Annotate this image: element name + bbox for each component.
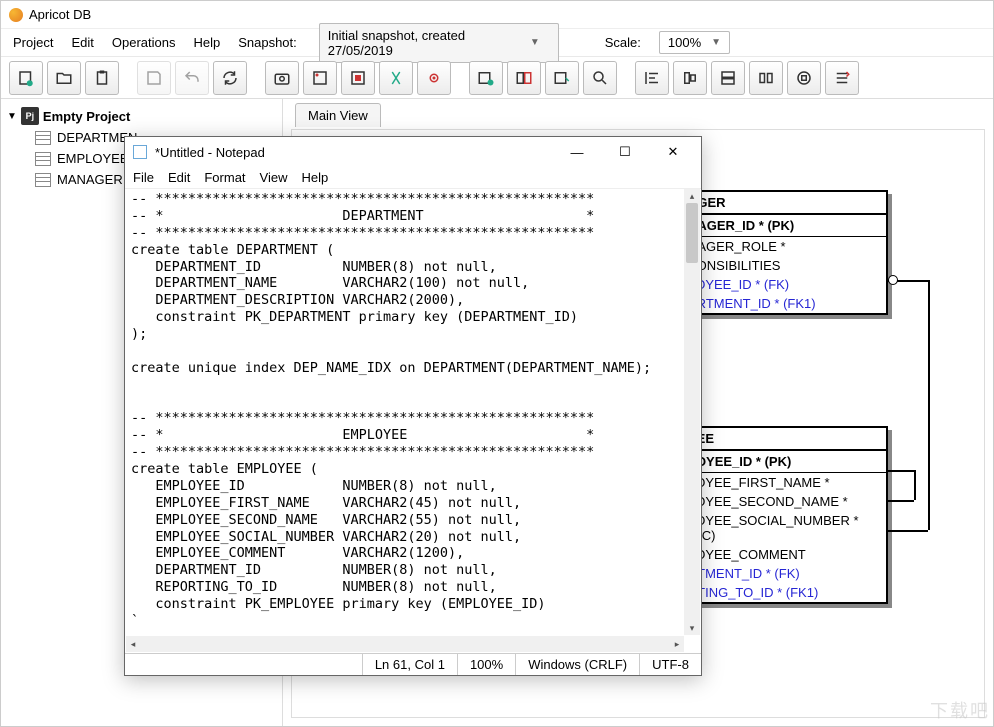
- entity-col: LOYEE_SOCIAL_NUMBER * (UC): [680, 511, 886, 545]
- tool-compare[interactable]: [507, 61, 541, 95]
- project-icon: Pj: [21, 107, 39, 125]
- tool-align-dist[interactable]: [749, 61, 783, 95]
- tool-new[interactable]: [9, 61, 43, 95]
- connector: [928, 280, 930, 530]
- tree-root[interactable]: ▼ Pj Empty Project: [5, 105, 278, 127]
- status-encoding: UTF-8: [639, 654, 701, 675]
- scroll-up-icon[interactable]: ▴: [684, 189, 700, 203]
- tool-align-left[interactable]: [635, 61, 669, 95]
- tool-clipboard[interactable]: [85, 61, 119, 95]
- table-icon: [35, 131, 51, 145]
- minimize-button[interactable]: —: [557, 138, 597, 166]
- tool-frame[interactable]: [303, 61, 337, 95]
- entity-col: LOYEE_ID * (FK): [680, 275, 886, 294]
- scroll-left-icon[interactable]: ◂: [126, 636, 140, 652]
- toolbar: [1, 57, 993, 99]
- tool-refresh[interactable]: [213, 61, 247, 95]
- entity-col: LOYEE_SECOND_NAME *: [680, 492, 886, 511]
- notepad-title: *Untitled - Notepad: [155, 145, 265, 160]
- tool-reset[interactable]: [825, 61, 859, 95]
- menu-project[interactable]: Project: [13, 35, 53, 50]
- snapshot-label: Snapshot:: [238, 35, 297, 50]
- np-menu-file[interactable]: File: [133, 170, 154, 185]
- close-button[interactable]: ✕: [653, 138, 693, 166]
- expand-icon: ▼: [7, 111, 17, 122]
- scale-label: Scale:: [605, 35, 641, 50]
- tool-diff[interactable]: [379, 61, 413, 95]
- entity-col: RTMENT_ID * (FK): [680, 564, 886, 583]
- menu-help[interactable]: Help: [193, 35, 220, 50]
- connector: [888, 500, 914, 502]
- status-position: Ln 61, Col 1: [362, 654, 457, 675]
- canvas-tab[interactable]: Main View: [295, 103, 381, 127]
- scrollbar-horizontal[interactable]: ◂ ▸: [126, 636, 684, 652]
- notepad-statusbar: Ln 61, Col 1 100% Windows (CRLF) UTF-8: [125, 653, 701, 675]
- connector: [914, 470, 916, 500]
- maximize-button[interactable]: ☐: [605, 138, 645, 166]
- notepad-textarea[interactable]: -- *************************************…: [125, 189, 701, 653]
- scroll-thumb[interactable]: [686, 203, 698, 263]
- tool-camera[interactable]: [265, 61, 299, 95]
- scroll-down-icon[interactable]: ▾: [684, 621, 700, 635]
- tool-commit[interactable]: [417, 61, 451, 95]
- np-menu-edit[interactable]: Edit: [168, 170, 190, 185]
- tool-align-center[interactable]: [673, 61, 707, 95]
- menu-operations[interactable]: Operations: [112, 35, 176, 50]
- scale-value: 100%: [668, 35, 701, 50]
- tool-undo[interactable]: [175, 61, 209, 95]
- connector: [888, 470, 914, 472]
- connector-circle: [888, 275, 898, 285]
- app-icon: [9, 8, 23, 22]
- tool-crop[interactable]: [341, 61, 375, 95]
- entity-col: RTING_TO_ID * (FK1): [680, 583, 886, 602]
- scroll-right-icon[interactable]: ▸: [670, 636, 684, 652]
- entity-header: YEE: [680, 428, 886, 451]
- tool-branch[interactable]: [545, 61, 579, 95]
- snapshot-value: Initial snapshot, created 27/05/2019: [328, 28, 530, 58]
- app-title: Apricot DB: [29, 7, 91, 22]
- tool-align-middle[interactable]: [711, 61, 745, 95]
- entity-pk: LOYEE_ID * (PK): [680, 451, 886, 473]
- tool-align-right[interactable]: [787, 61, 821, 95]
- tool-add-table[interactable]: [469, 61, 503, 95]
- status-zoom: 100%: [457, 654, 515, 675]
- entity-manager[interactable]: AGER NAGER_ID * (PK) NAGER_ROLE * PONSIB…: [678, 190, 888, 315]
- scale-select[interactable]: 100% ▼: [659, 31, 730, 54]
- np-menu-format[interactable]: Format: [204, 170, 245, 185]
- entity-col: LOYEE_FIRST_NAME *: [680, 473, 886, 492]
- watermark: 下载吧: [930, 697, 990, 723]
- entity-col: LOYEE_COMMENT: [680, 545, 886, 564]
- entity-employee[interactable]: YEE LOYEE_ID * (PK) LOYEE_FIRST_NAME * L…: [678, 426, 888, 604]
- chevron-down-icon: ▼: [530, 37, 540, 48]
- tool-search[interactable]: [583, 61, 617, 95]
- entity-col: ARTMENT_ID * (FK1): [680, 294, 886, 313]
- scrollbar-vertical[interactable]: ▴ ▾: [684, 189, 700, 635]
- tool-open[interactable]: [47, 61, 81, 95]
- np-menu-help[interactable]: Help: [301, 170, 328, 185]
- tool-save[interactable]: [137, 61, 171, 95]
- entity-header: AGER: [680, 192, 886, 215]
- status-eol: Windows (CRLF): [515, 654, 639, 675]
- menubar: Project Edit Operations Help Snapshot: I…: [1, 29, 993, 57]
- chevron-down-icon: ▼: [711, 37, 721, 48]
- table-icon: [35, 173, 51, 187]
- notepad-titlebar[interactable]: *Untitled - Notepad — ☐ ✕: [125, 137, 701, 167]
- notepad-menubar: File Edit Format View Help: [125, 167, 701, 189]
- notepad-window[interactable]: *Untitled - Notepad — ☐ ✕ File Edit Form…: [124, 136, 702, 676]
- menu-edit[interactable]: Edit: [71, 35, 93, 50]
- table-icon: [35, 152, 51, 166]
- entity-pk: NAGER_ID * (PK): [680, 215, 886, 237]
- snapshot-select[interactable]: Initial snapshot, created 27/05/2019 ▼: [319, 23, 559, 63]
- connector: [888, 530, 928, 532]
- project-name: Empty Project: [43, 109, 130, 124]
- entity-col: PONSIBILITIES: [680, 256, 886, 275]
- np-menu-view[interactable]: View: [260, 170, 288, 185]
- entity-col: NAGER_ROLE *: [680, 237, 886, 256]
- notepad-icon: [133, 145, 147, 159]
